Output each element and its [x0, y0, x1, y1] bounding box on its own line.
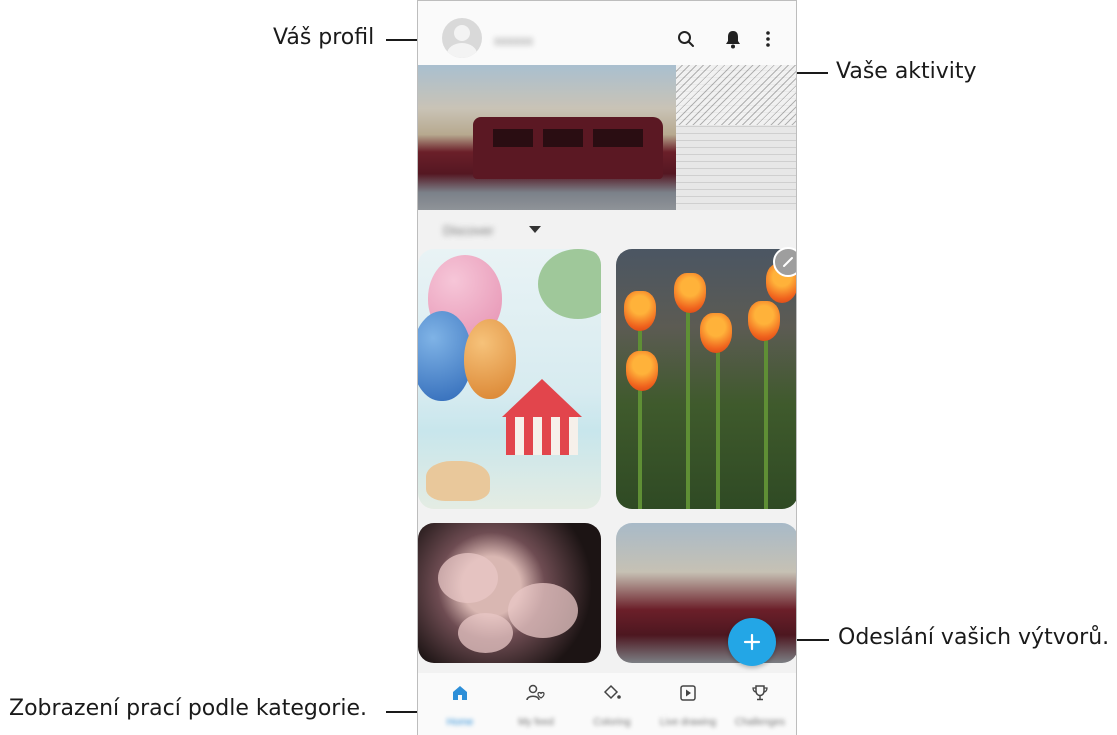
- circus-tent-roof: [502, 379, 582, 417]
- more-options-icon[interactable]: [757, 28, 779, 50]
- category-dropdown[interactable]: Discover: [443, 223, 541, 238]
- chevron-down-icon: [529, 226, 541, 233]
- home-icon: [450, 683, 470, 703]
- artwork-card-tulips[interactable]: [616, 249, 796, 509]
- tram-window: [543, 129, 583, 147]
- blossom-cluster: [458, 613, 513, 653]
- tulip-stem: [764, 329, 768, 509]
- featured-tram-artwork[interactable]: [418, 65, 676, 210]
- sketch-roof-shape: [676, 65, 796, 125]
- hand-shape: [426, 461, 490, 501]
- paint-bucket-icon: [602, 683, 622, 703]
- nav-label: My feed: [518, 717, 554, 728]
- notification-bell-icon[interactable]: [722, 28, 744, 50]
- tree-shape: [538, 249, 601, 319]
- tram-window: [593, 129, 643, 147]
- nav-item-live-drawing[interactable]: Live drawing: [650, 673, 726, 735]
- tram-window: [493, 129, 533, 147]
- avatar-head-shape: [454, 25, 470, 41]
- blossom-cluster: [508, 583, 578, 638]
- tulip-flower: [700, 313, 732, 353]
- phone-screen: xxxxxx Discover Home My feed Coloring Li…: [417, 0, 797, 735]
- nav-label: Home: [446, 717, 474, 728]
- blossom-cluster: [438, 553, 498, 603]
- tulip-stem: [638, 319, 642, 509]
- tram-shape: [473, 117, 663, 179]
- bottom-navigation: Home My feed Coloring Live drawing Chall…: [418, 673, 796, 735]
- tulip-flower: [624, 291, 656, 331]
- tulip-stem: [716, 344, 720, 509]
- username: xxxxxx: [494, 33, 533, 48]
- nav-label: Live drawing: [659, 717, 717, 728]
- tulip-flower: [626, 351, 658, 391]
- artwork-card-balloons[interactable]: [418, 249, 601, 509]
- tulip-flower: [748, 301, 780, 341]
- nav-item-coloring[interactable]: Coloring: [574, 673, 650, 735]
- edit-artwork-button[interactable]: [773, 247, 796, 277]
- nav-item-challenges[interactable]: Challenges: [722, 673, 796, 735]
- add-artwork-button[interactable]: [728, 618, 776, 666]
- category-label: Discover: [443, 223, 494, 238]
- trophy-icon: [750, 683, 770, 703]
- tulip-stem: [686, 299, 690, 509]
- profile-heart-icon: [526, 683, 546, 703]
- callout-profile-label: Váš profil: [273, 25, 375, 50]
- nav-label: Challenges: [734, 717, 786, 728]
- plus-icon: [743, 633, 761, 651]
- nav-item-home[interactable]: Home: [422, 673, 498, 735]
- tulip-flower: [674, 273, 706, 313]
- featured-sketch-artwork[interactable]: [676, 65, 796, 210]
- search-icon[interactable]: [675, 28, 697, 50]
- featured-banner[interactable]: [418, 65, 796, 210]
- profile-avatar[interactable]: [442, 18, 482, 58]
- callout-categories-label: Zobrazení prací podle kategorie.: [9, 696, 367, 721]
- play-icon: [678, 683, 698, 703]
- top-app-bar: xxxxxx: [418, 1, 796, 65]
- callout-activities-label: Vaše aktivity: [836, 59, 977, 84]
- avatar-body-shape: [447, 43, 477, 58]
- artwork-card-blossoms[interactable]: [418, 523, 601, 663]
- nav-label: Coloring: [593, 717, 631, 728]
- nav-item-my-feed[interactable]: My feed: [498, 673, 574, 735]
- pencil-icon: [783, 257, 793, 267]
- circus-tent-body: [506, 417, 578, 455]
- callout-submit-label: Odeslání vašich výtvorů.: [838, 625, 1110, 650]
